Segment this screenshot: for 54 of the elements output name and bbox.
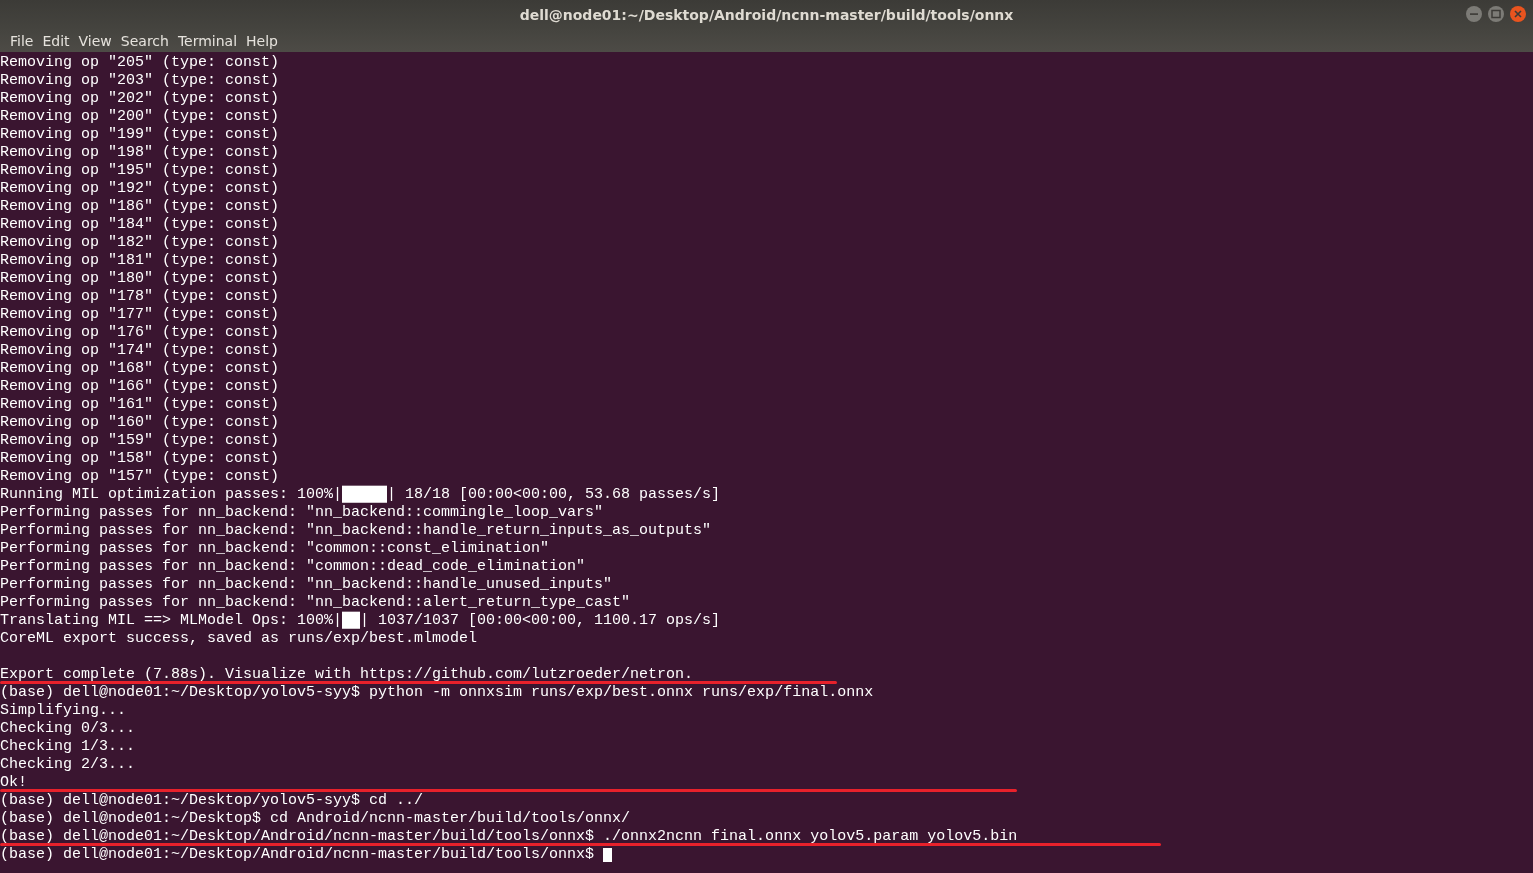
terminal-line: Removing op "160" (type: const) <box>0 414 280 432</box>
terminal-line: (base) dell@node01:~/Desktop/Android/ncnn-master/build/tools/onnx$ <box>0 846 595 864</box>
terminal-line: Removing op "161" (type: const) <box>0 396 280 414</box>
terminal-line: Removing op "180" (type: const) <box>0 270 280 288</box>
terminal-line: CoreML export success, saved as runs/exp/best.mlmodel <box>0 630 478 648</box>
terminal-line: Removing op "158" (type: const) <box>0 450 280 468</box>
terminal-line: Removing op "202" (type: const) <box>0 90 280 108</box>
terminal-line: Ok! <box>0 774 27 792</box>
terminal-line: Removing op "184" (type: const) <box>0 216 280 234</box>
menu-item[interactable]: Search <box>116 33 173 49</box>
terminal-line: (base) dell@node01:~/Desktop/yolov5-syy$ cd ../ <box>0 792 424 810</box>
terminal-line: Removing op "181" (type: const) <box>0 252 280 270</box>
terminal-line: Removing op "203" (type: const) <box>0 72 280 90</box>
terminal-line: Checking 0/3... <box>0 720 136 738</box>
terminal-line: Removing op "182" (type: const) <box>0 234 280 252</box>
terminal-line: Performing passes for nn_backend: "nn_backend::handle_unused_inputs" <box>0 576 613 594</box>
terminal-line: (base) dell@node01:~/Desktop/yolov5-syy$ python -m onnxsim runs/exp/best.onnx runs/exp/final.onnx <box>0 684 874 702</box>
menu-item[interactable]: Terminal <box>173 33 242 49</box>
menu-item[interactable]: File <box>6 33 38 49</box>
terminal-line: Checking 1/3... <box>0 738 136 756</box>
minimize-icon[interactable] <box>1465 5 1483 23</box>
terminal-line: Performing passes for nn_backend: "common::dead_code_elimination" <box>0 558 586 576</box>
terminal-line: Performing passes for nn_backend: "nn_backend::handle_return_inputs_as_outputs" <box>0 522 712 540</box>
terminal-line: Removing op "205" (type: const) <box>0 54 280 72</box>
terminal-line: Removing op "198" (type: const) <box>0 144 280 162</box>
terminal-line: Export complete (7.88s). Visualize with https://github.com/lutzroeder/netron. <box>0 666 694 684</box>
terminal-line: Removing op "199" (type: const) <box>0 126 280 144</box>
terminal-line: Running MIL optimization passes: 100%|█████| 18/18 [00:00<00:00, 53.68 passes/s] <box>0 486 721 504</box>
terminal-line: Removing op "174" (type: const) <box>0 342 280 360</box>
terminal-line: Removing op "186" (type: const) <box>0 198 280 216</box>
terminal-line: Removing op "192" (type: const) <box>0 180 280 198</box>
terminal-line: Removing op "157" (type: const) <box>0 468 280 486</box>
terminal-line: Translating MIL ==> MLModel Ops: 100%|██| 1037/1037 [00:00<00:00, 1100.17 ops/s] <box>0 612 721 630</box>
menu-item[interactable]: View <box>74 33 116 49</box>
window-title: dell@node01:~/Desktop/Android/ncnn-master/build/tools/onnx <box>519 7 1014 23</box>
terminal-line: Performing passes for nn_backend: "common::const_elimination" <box>0 540 550 558</box>
menu-item[interactable]: Help <box>242 33 282 49</box>
maximize-icon[interactable] <box>1487 5 1505 23</box>
terminal-line: Removing op "168" (type: const) <box>0 360 280 378</box>
terminal-line: Removing op "195" (type: const) <box>0 162 280 180</box>
terminal-line: Simplifying... <box>0 702 127 720</box>
terminal-line: Performing passes for nn_backend: "nn_backend::alert_return_type_cast" <box>0 594 631 611</box>
menu-item[interactable]: Edit <box>38 33 74 49</box>
terminal-line: (base) dell@node01:~/Desktop$ cd Android/ncnn-master/build/tools/onnx/ <box>0 810 631 828</box>
terminal-line: Removing op "178" (type: const) <box>0 288 280 306</box>
terminal-line: Removing op "166" (type: const) <box>0 378 280 396</box>
terminal-line: Removing op "177" (type: const) <box>0 306 280 324</box>
terminal-line: Performing passes for nn_backend: "nn_backend::commingle_loop_vars" <box>0 504 604 522</box>
terminal-line: Removing op "159" (type: const) <box>0 432 280 450</box>
terminal-line: (base) dell@node01:~/Desktop/Android/ncnn-master/build/tools/onnx$ ./onnx2ncnn final.onnx yolov5.param yolov5.bin <box>0 828 1018 846</box>
close-icon[interactable] <box>1509 5 1527 23</box>
terminal-line: Checking 2/3... <box>0 756 136 774</box>
terminal-line: Removing op "200" (type: const) <box>0 108 280 126</box>
terminal-line: Removing op "176" (type: const) <box>0 324 280 342</box>
